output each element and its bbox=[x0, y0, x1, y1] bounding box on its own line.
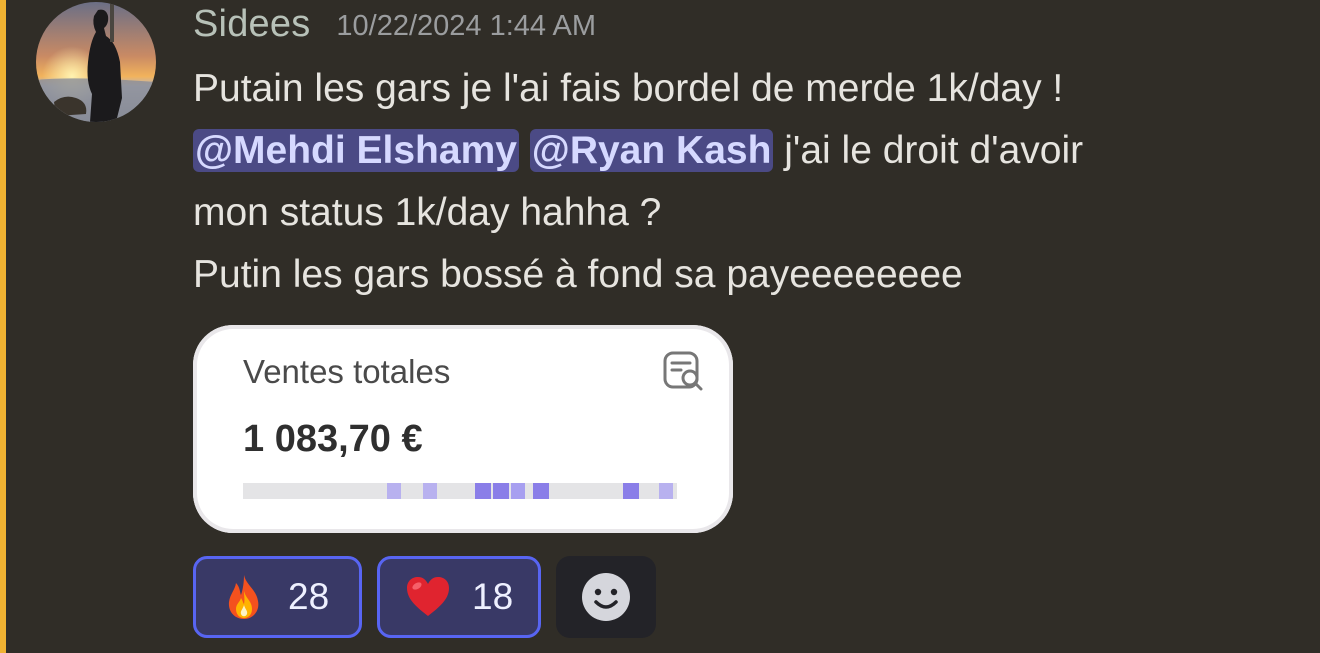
timestamp[interactable]: 10/22/2024 1:44 AM bbox=[336, 10, 596, 43]
avatar[interactable] bbox=[36, 2, 156, 122]
message-line-mentions: @Mehdi Elshamy @Ryan Kash j'ai le droit … bbox=[193, 120, 1253, 182]
add-reaction-button[interactable] bbox=[556, 556, 656, 638]
sales-activity-bar bbox=[243, 483, 677, 499]
username[interactable]: Sidees bbox=[193, 3, 310, 46]
sunset-silhouette-avatar bbox=[36, 2, 156, 122]
smiley-icon bbox=[582, 573, 630, 621]
message-content: Putain les gars je l'ai fais bordel de m… bbox=[193, 58, 1253, 306]
reaction-count: 18 bbox=[472, 576, 514, 617]
reaction-fire[interactable]: 28 bbox=[193, 556, 362, 638]
message-line: Putain les gars je l'ai fais bordel de m… bbox=[193, 67, 1064, 110]
chat-message: Sidees 10/22/2024 1:44 AM Putain les gar… bbox=[0, 0, 1320, 653]
sales-card-title: Ventes totales bbox=[243, 353, 451, 390]
message-line: mon status 1k/day hahha ? bbox=[193, 191, 662, 234]
fire-emoji bbox=[228, 575, 259, 619]
mention-mehdi-elshamy[interactable]: @Mehdi Elshamy bbox=[193, 129, 519, 172]
heart-emoji bbox=[407, 577, 449, 616]
reactions-bar: 28 18 bbox=[193, 556, 656, 638]
sales-screenshot-attachment[interactable]: Ventes totales 1 083,70 € bbox=[193, 325, 733, 533]
reaction-heart[interactable]: 18 bbox=[377, 556, 541, 638]
reaction-count: 28 bbox=[288, 576, 330, 617]
message-text: j'ai le droit d'avoir bbox=[784, 129, 1084, 172]
sales-total-value: 1 083,70 € bbox=[243, 418, 423, 460]
report-search-icon bbox=[663, 351, 703, 391]
mention-ryan-kash[interactable]: @Ryan Kash bbox=[529, 129, 774, 172]
message-header: Sidees 10/22/2024 1:44 AM bbox=[193, 0, 596, 48]
highlight-accent-bar bbox=[0, 0, 6, 653]
message-line: Putin les gars bossé à fond sa payeeeeee… bbox=[193, 253, 963, 296]
